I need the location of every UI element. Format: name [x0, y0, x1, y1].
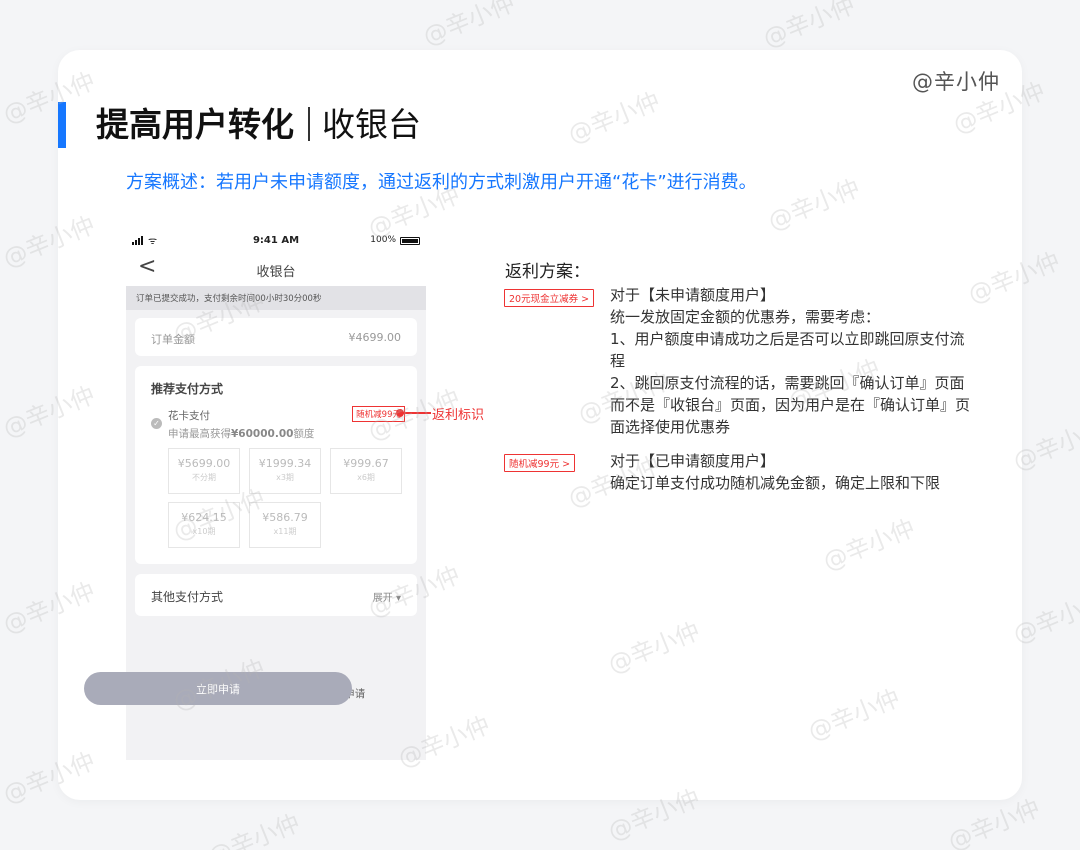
- radio-check-icon[interactable]: ✓: [151, 418, 162, 429]
- rebate-plan-unapplied: 对于【未申请额度用户】 统一发放固定金额的优惠券，需要考虑： 1、用户额度申请成…: [610, 286, 971, 436]
- recommended-payment-panel: 推荐支付方式 ✓ 花卡支付 申请最高获得¥60000.00额度 随机减99元 ¥…: [135, 366, 417, 564]
- battery-percent: 100%: [370, 235, 396, 245]
- installment-option[interactable]: ¥586.79 x11期: [249, 502, 321, 548]
- order-amount-row: 订单金额 ¥4699.00: [135, 318, 417, 356]
- nav-bar: < 收银台: [126, 252, 426, 286]
- huaka-pay-label[interactable]: 花卡支付: [168, 408, 210, 423]
- random-discount-tag: 随机减99元 >: [504, 454, 576, 472]
- chevron-down-icon: ▾: [395, 593, 401, 604]
- author-label: @辛小仲: [912, 70, 1000, 94]
- title-separator: [308, 107, 310, 141]
- installment-option[interactable]: ¥5699.00 不分期: [168, 448, 240, 494]
- status-bar: ᯤ 9:41 AM 100%: [126, 230, 426, 252]
- other-payment-row[interactable]: 其他支付方式 展开 ▾: [135, 574, 417, 616]
- installment-option[interactable]: ¥1999.34 x3期: [249, 448, 321, 494]
- rebate-plan-title: 返利方案：: [505, 262, 590, 282]
- page-title: 提高用户转化 收银台: [96, 102, 421, 148]
- installment-option[interactable]: ¥624.15 x10期: [168, 502, 240, 548]
- apply-now-button[interactable]: 立即申请: [84, 672, 352, 705]
- title-sub: 收银台: [322, 105, 421, 144]
- huaka-pay-desc: 申请最高获得¥60000.00额度: [168, 428, 315, 440]
- nav-title: 收银台: [256, 265, 296, 280]
- battery-icon: [400, 237, 420, 245]
- chevron-right-icon: >: [562, 459, 571, 470]
- callout-line: [401, 412, 431, 414]
- order-amount-value: ¥4699.00: [348, 331, 402, 344]
- watermark: @辛小仲: [759, 0, 859, 53]
- watermark: @辛小仲: [204, 808, 304, 850]
- installment-option[interactable]: ¥999.67 x6期: [330, 448, 402, 494]
- coupon-tag: 20元现金立减券 >: [504, 289, 595, 307]
- title-main: 提高用户转化: [96, 105, 294, 144]
- rebate-plan-applied: 对于【已申请额度用户】 确定订单支付成功随机减免金额，确定上限和下限: [610, 452, 941, 492]
- order-notice: 订单已提交成功，支付剩余时间00小时30分00秒: [126, 286, 426, 310]
- chevron-right-icon: >: [581, 294, 590, 305]
- expand-toggle[interactable]: 展开 ▾: [373, 589, 401, 604]
- order-amount-label: 订单金额: [151, 333, 195, 346]
- callout-label: 返利标识: [432, 408, 485, 423]
- summary-text: 方案概述：若用户未申请额度，通过返利的方式刺激用户开通“花卡”进行消费。: [126, 172, 757, 193]
- recommended-heading: 推荐支付方式: [151, 382, 224, 396]
- other-payment-label: 其他支付方式: [151, 590, 224, 604]
- watermark: @辛小仲: [419, 0, 519, 51]
- title-accent-bar: [58, 102, 66, 148]
